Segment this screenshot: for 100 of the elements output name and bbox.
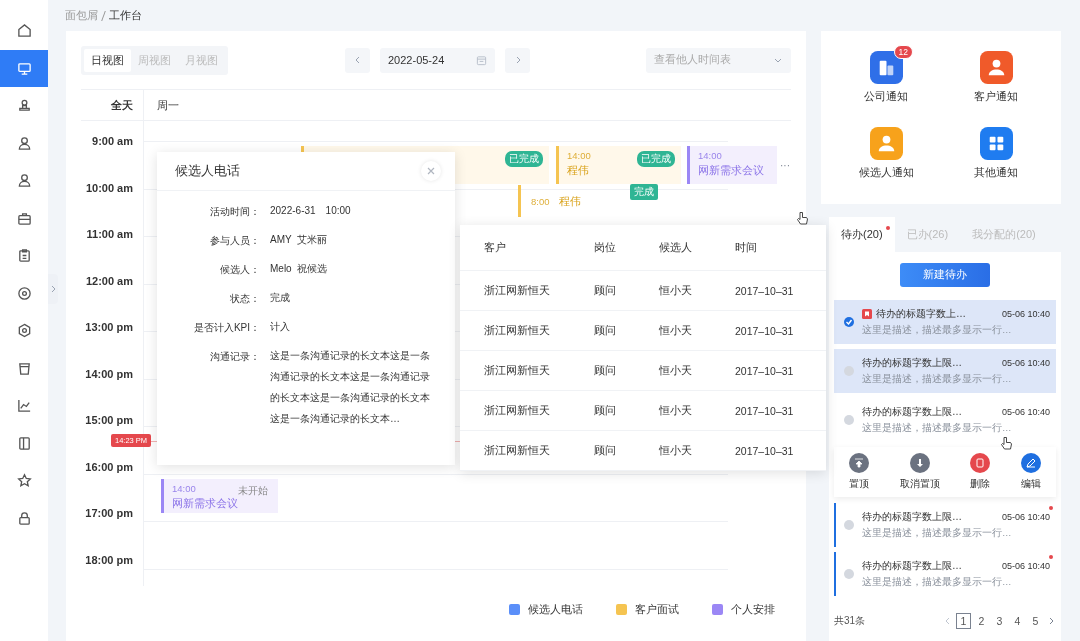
page-button[interactable]: 3 bbox=[992, 613, 1007, 629]
star-icon bbox=[16, 473, 32, 489]
date-picker[interactable]: 2022-05-24 bbox=[380, 47, 495, 73]
todo-description: 这里是描述，描述最多显示一行… bbox=[862, 576, 1013, 589]
home-icon bbox=[16, 23, 32, 39]
target-icon bbox=[16, 285, 32, 301]
field-value: Melo 祝候选 bbox=[270, 262, 329, 276]
book-icon bbox=[16, 435, 32, 451]
table-cell: 2017–10–31 bbox=[735, 364, 794, 377]
todo-tab[interactable]: 待办(20) bbox=[829, 217, 895, 252]
hour-label: 11:00 am bbox=[86, 228, 133, 240]
hour-label: 15:00 pm bbox=[85, 414, 133, 426]
todo-description: 这里是描述，描述最多显示一行… bbox=[862, 527, 1013, 540]
legend-label: 候选人电话 bbox=[528, 601, 583, 617]
day-label: 周一 bbox=[156, 97, 179, 113]
close-button[interactable] bbox=[421, 161, 441, 181]
field-value: 这是一条沟通记录的长文本这是一条沟通记录的长文本这是一条沟通记录的长文本这是一条沟通记录的长文本这是一条沟通记录的长文本… bbox=[270, 349, 431, 426]
column-header: 时间 bbox=[735, 240, 757, 255]
total-count: 共31条 bbox=[834, 614, 866, 628]
table-cell-text: 浙江网新恒天 bbox=[484, 443, 551, 458]
column-header: 客户 bbox=[484, 240, 507, 255]
todo-time: 05-06 10:40 bbox=[1001, 561, 1050, 571]
table-cell-text: 恒小天 bbox=[659, 363, 693, 378]
field-label: 是否计入KPI： bbox=[192, 321, 260, 335]
table-cell: 2017–10–31 bbox=[735, 444, 794, 457]
event-status: 未开始 bbox=[238, 484, 268, 498]
todo-checkbox[interactable] bbox=[844, 317, 854, 327]
page-button[interactable]: 4 bbox=[1010, 613, 1025, 629]
lock-icon bbox=[16, 510, 32, 526]
field-label: 沟通记录： bbox=[209, 350, 260, 364]
grid-icon[interactable] bbox=[979, 126, 1013, 160]
notification-label[interactable]: 客户通知 bbox=[974, 90, 1018, 104]
view-tab[interactable]: 日视图 bbox=[84, 48, 131, 72]
calendar-event[interactable]: 14:00 网新需求会议 bbox=[687, 146, 777, 184]
field-value: 计入 bbox=[270, 320, 291, 334]
new-todo-button[interactable]: 新建待办 bbox=[900, 263, 990, 287]
notification-label[interactable]: 公司通知 bbox=[864, 90, 908, 104]
table-cell-text: 恒小天 bbox=[659, 443, 693, 458]
check-icon bbox=[844, 317, 854, 327]
todo-item[interactable]: 待办的标题字数上限… 05-06 10:40 这里是描述，描述最多显示一行… bbox=[834, 398, 1056, 442]
hour-label: 9:00 am bbox=[92, 135, 133, 147]
todo-item[interactable]: 待办的标题字数上限… 05-06 10:40 这里是描述，描述最多显示一行… bbox=[834, 552, 1056, 596]
action-button[interactable]: 取消置顶 bbox=[899, 453, 940, 491]
todo-item[interactable]: 待办的标题字数上… 05-06 10:40 这里是描述，描述最多显示一行… bbox=[834, 300, 1056, 344]
hour-label: 16:00 pm bbox=[85, 460, 133, 473]
todo-checkbox[interactable] bbox=[844, 366, 854, 376]
status-tag: 完成 bbox=[630, 184, 658, 200]
more-events-button[interactable]: ··· bbox=[780, 160, 790, 171]
todo-description: 这里是描述，描述最多显示一行… bbox=[862, 373, 1013, 386]
briefcase-icon bbox=[16, 210, 32, 226]
table-cell-text: 恒小天 bbox=[659, 403, 693, 418]
delete-icon bbox=[970, 453, 991, 473]
table-cell-text: 顾问 bbox=[594, 363, 617, 378]
todo-title: 待办的标题字数上限… bbox=[862, 356, 962, 370]
hour-label: 18:00 pm bbox=[85, 553, 133, 566]
action-button[interactable]: 删除 bbox=[970, 453, 991, 491]
todo-time: 05-06 10:40 bbox=[1001, 358, 1050, 368]
todo-description: 这里是描述，描述最多显示一行… bbox=[862, 324, 1013, 337]
page-button[interactable]: 2 bbox=[974, 613, 989, 629]
table-cell: 2017–10–31 bbox=[735, 284, 794, 297]
stamp-icon bbox=[16, 98, 32, 114]
table-cell-text: 浙江网新恒天 bbox=[484, 283, 551, 298]
todo-time: 05-06 10:40 bbox=[1001, 512, 1050, 522]
hour-label: 17:00 pm bbox=[85, 507, 133, 519]
todo-checkbox[interactable] bbox=[844, 569, 854, 579]
todo-time: 05-06 10:40 bbox=[1001, 309, 1050, 319]
table-cell-text: 浙江网新恒天 bbox=[484, 363, 551, 378]
todo-checkbox[interactable] bbox=[844, 520, 854, 530]
close-icon bbox=[425, 165, 437, 177]
gear-icon bbox=[16, 323, 32, 339]
all-day-label: 全天 bbox=[81, 90, 144, 120]
action-button[interactable]: 编辑 bbox=[1020, 453, 1041, 491]
popup-title: 候选人电话 bbox=[175, 162, 240, 180]
column-header: 岗位 bbox=[594, 240, 617, 255]
page-button[interactable]: 1 bbox=[956, 613, 971, 629]
todo-item[interactable]: 待办的标题字数上限… 05-06 10:40 这里是描述，描述最多显示一行… bbox=[834, 503, 1056, 547]
hour-label: 13:00 pm bbox=[85, 321, 133, 333]
field-value: 完成 bbox=[270, 291, 291, 305]
notification-label[interactable]: 其他通知 bbox=[974, 165, 1018, 180]
todo-item[interactable]: 待办的标题字数上限… 05-06 10:40 这里是描述，描述最多显示一行… bbox=[834, 349, 1056, 393]
user-icon bbox=[16, 135, 32, 151]
cup-icon bbox=[16, 360, 32, 376]
page-button[interactable]: 5 bbox=[1028, 613, 1043, 629]
notification-label[interactable]: 候选人通知 bbox=[858, 165, 914, 180]
table-cell-text: 顾问 bbox=[594, 443, 617, 458]
hour-label: 14:00 pm bbox=[85, 367, 133, 380]
breadcrumb-item: 工作台 bbox=[109, 8, 142, 23]
person-icon[interactable] bbox=[869, 126, 903, 160]
legend-label: 个人安排 bbox=[731, 601, 775, 617]
field-label: 参与人员： bbox=[209, 234, 260, 248]
todo-title: 待办的标题字数上限… bbox=[862, 510, 962, 524]
person-icon[interactable] bbox=[979, 51, 1013, 84]
calendar-icon bbox=[476, 54, 487, 66]
status-tag: 已完成 bbox=[505, 151, 543, 167]
todo-checkbox[interactable] bbox=[844, 415, 854, 425]
table-cell-text: 浙江网新恒天 bbox=[484, 403, 551, 418]
hour-label: 10:00 am bbox=[85, 181, 133, 194]
sidebar-item[interactable] bbox=[0, 49, 48, 87]
action-button[interactable]: 置顶 bbox=[849, 453, 870, 491]
column-header: 候选人 bbox=[659, 240, 693, 255]
